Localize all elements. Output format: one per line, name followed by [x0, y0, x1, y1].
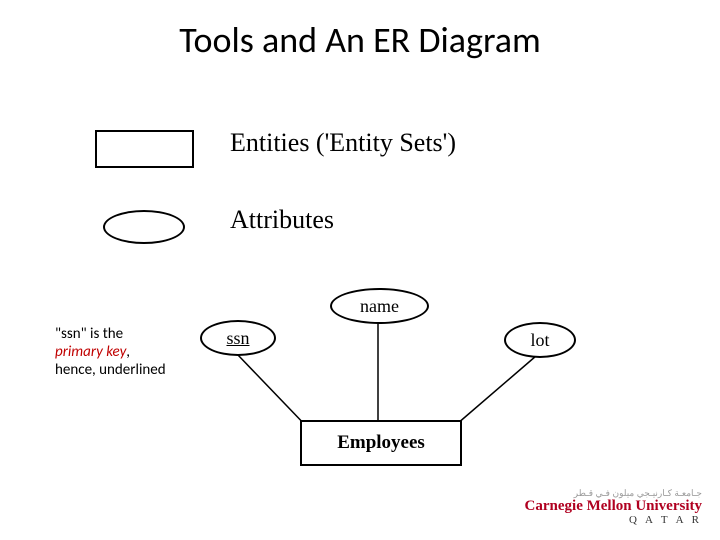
note-line1: "ssn" is the — [55, 325, 123, 343]
legend-ellipse-symbol — [103, 210, 185, 244]
entity-employees: Employees — [300, 420, 462, 466]
slide-title: Tools and An ER Diagram — [0, 18, 720, 62]
logo-sub: Q A T A R — [525, 514, 702, 526]
attribute-lot: lot — [504, 322, 576, 358]
legend-rectangle-symbol — [95, 130, 194, 168]
attribute-name: name — [330, 288, 429, 324]
entity-employees-label: Employees — [337, 432, 425, 454]
attribute-ssn: ssn — [200, 320, 276, 356]
attribute-lot-label: lot — [530, 330, 549, 351]
note-line3: hence, underlined — [55, 361, 166, 379]
cmu-qatar-logo: جـامعـة كـارنيـجي ميلون فـي قـطر Carnegi… — [525, 488, 702, 526]
primary-key-note: "ssn" is the primary key, hence, underli… — [55, 325, 166, 379]
logo-main: Carnegie Mellon University — [525, 499, 702, 514]
attribute-ssn-label: ssn — [226, 328, 249, 349]
note-comma: , — [126, 343, 130, 361]
attribute-name-label: name — [360, 296, 399, 317]
note-primary-key: primary key — [55, 343, 126, 361]
legend-attributes-label: Attributes — [230, 205, 334, 235]
legend-entities-label: Entities ('Entity Sets') — [230, 128, 456, 158]
